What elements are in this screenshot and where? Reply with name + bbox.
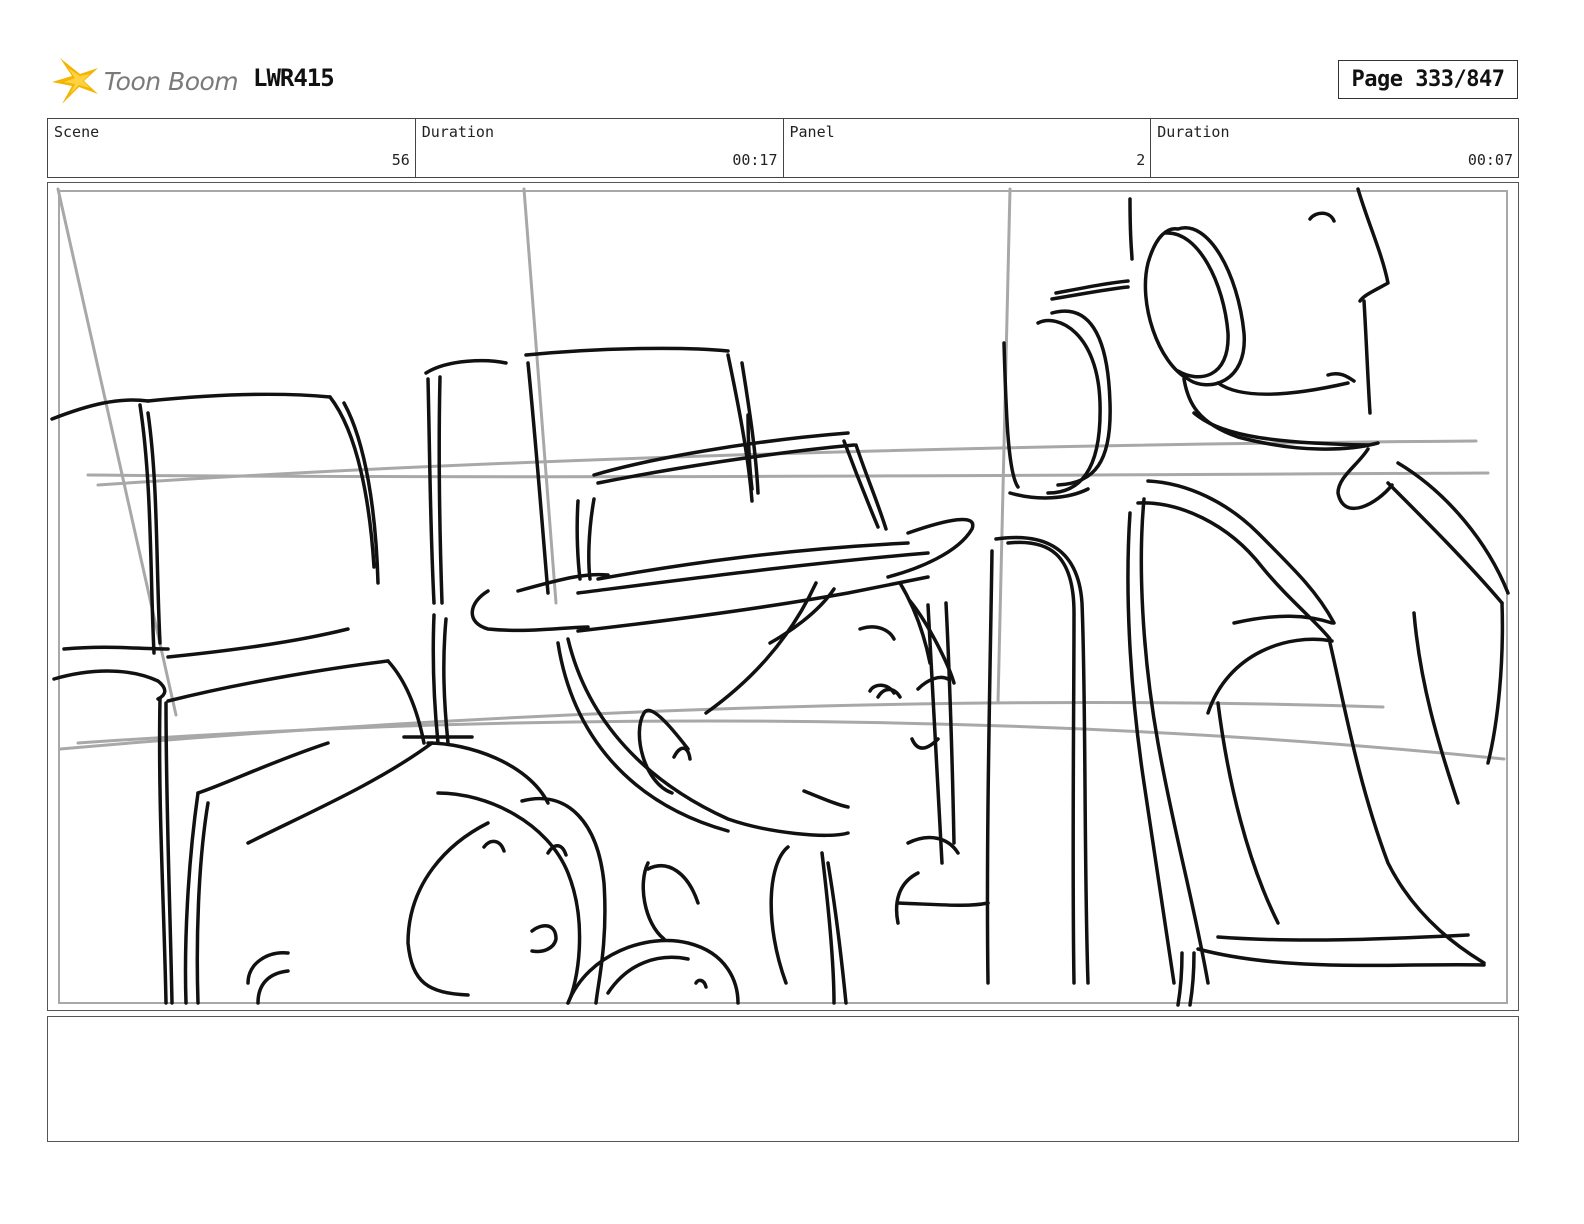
scene-value: 56 <box>391 151 410 169</box>
seat-right <box>985 187 1510 1007</box>
scene-duration-label: Duration <box>421 123 494 141</box>
scene-duration-cell: Duration 00:17 <box>416 119 784 177</box>
panel-duration-label: Duration <box>1157 123 1230 141</box>
project-code: LWR415 <box>253 64 335 92</box>
storyboard-panel <box>47 182 1519 1011</box>
creature-sketch <box>183 735 990 1005</box>
toon-boom-logo: Toon Boom <box>50 54 239 108</box>
panel-duration-cell: Duration 00:07 <box>1151 119 1518 177</box>
seat-middle <box>424 346 760 745</box>
panel-value: 2 <box>1136 151 1146 169</box>
page-number: Page 333/847 <box>1338 60 1518 99</box>
panel-sketch <box>50 187 1510 1007</box>
panel-cell: Panel 2 <box>784 119 1152 177</box>
logo-text: Toon Boom <box>104 66 239 96</box>
panel-duration-value: 00:07 <box>1467 151 1513 169</box>
panel-notes <box>47 1016 1519 1142</box>
scene-label: Scene <box>54 123 100 141</box>
scene-cell: Scene 56 <box>48 119 416 177</box>
panel-label: Panel <box>789 123 835 141</box>
starburst-logo-icon <box>52 58 98 104</box>
scene-duration-value: 00:17 <box>732 151 778 169</box>
info-bar: Scene 56 Duration 00:17 Panel 2 Duration… <box>47 118 1519 178</box>
perspective-guides <box>56 187 1506 761</box>
